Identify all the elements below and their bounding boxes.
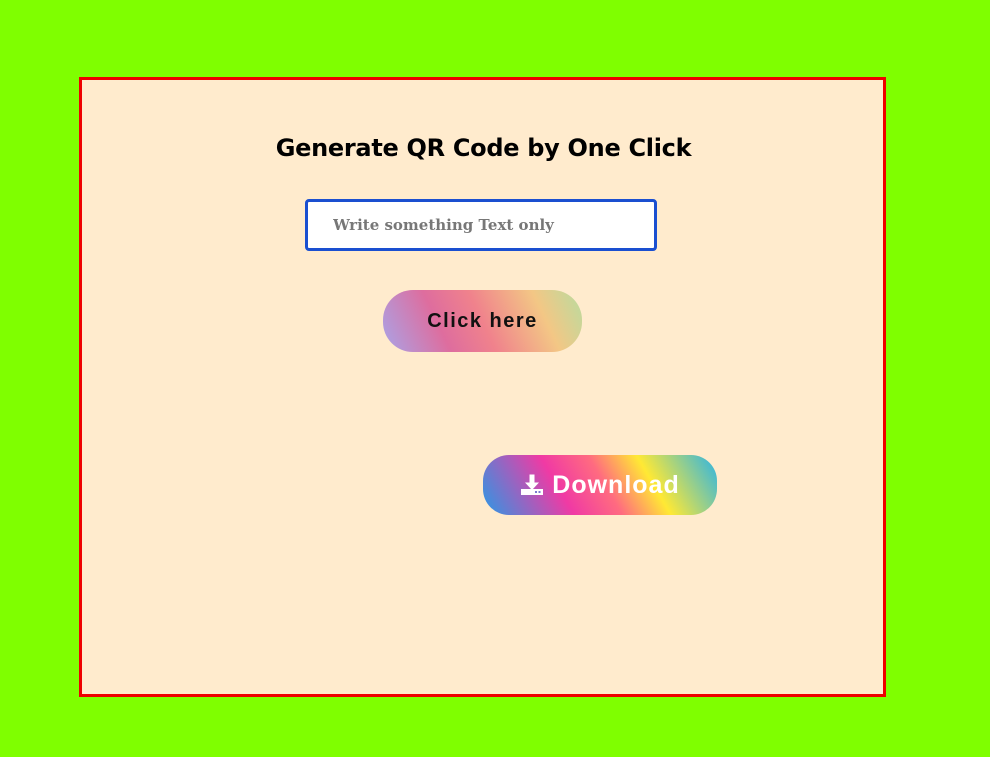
- generate-qr-button[interactable]: Click here: [383, 290, 582, 352]
- download-button[interactable]: Download: [483, 455, 717, 515]
- text-input[interactable]: [305, 199, 657, 251]
- download-icon: [520, 473, 544, 497]
- qr-generator-card: Generate QR Code by One Click Click here…: [79, 77, 886, 697]
- download-button-label: Download: [552, 470, 680, 499]
- page-title: Generate QR Code by One Click: [275, 134, 692, 162]
